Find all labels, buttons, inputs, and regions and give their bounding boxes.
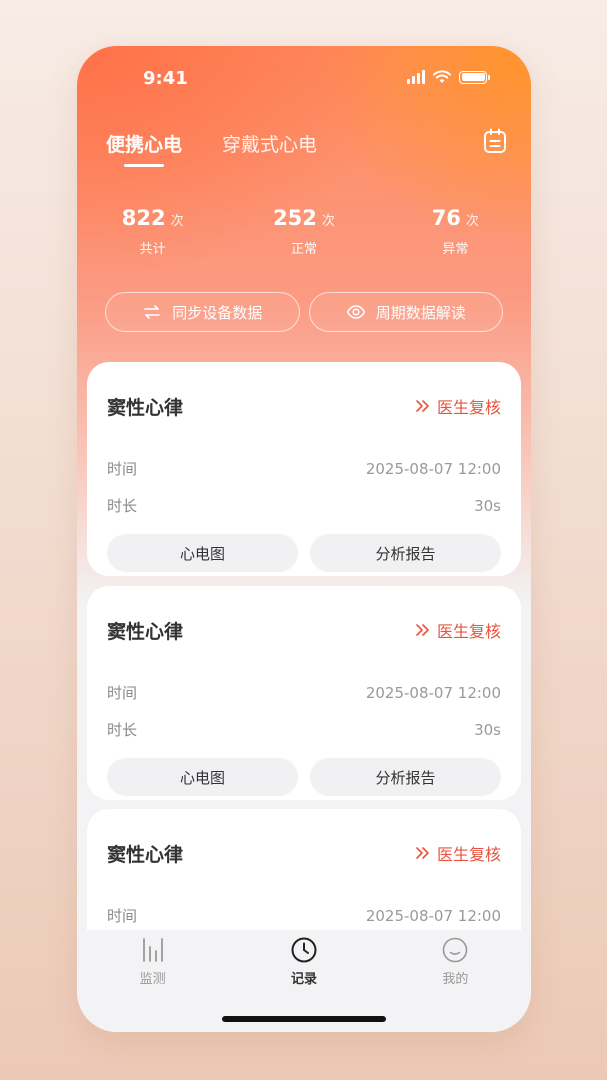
status-bar: 9:41 <box>77 68 531 92</box>
doctor-review-label: 医生复核 <box>436 622 501 641</box>
tabbar-item-profile[interactable]: 我的 <box>380 936 531 998</box>
record-duration-value: 30s <box>474 720 501 739</box>
record-time-value: 2025-08-07 12:00 <box>365 906 501 925</box>
doctor-review-link[interactable]: 医生复核 <box>415 394 501 418</box>
record-duration-label: 时长 <box>107 497 138 515</box>
record-time-label: 时间 <box>107 684 138 702</box>
record-time-value: 2025-08-07 12:00 <box>365 683 501 702</box>
record-duration-value: 30s <box>474 496 501 515</box>
battery-icon <box>459 70 490 84</box>
cellular-signal-icon <box>407 70 425 84</box>
double-chevron-right-icon <box>416 847 429 859</box>
record-time-row: 时间 2025-08-07 12:00 <box>107 450 501 487</box>
record-time-label: 时间 <box>107 460 138 478</box>
period-data-interpretation-button[interactable]: 周期数据解读 <box>308 292 503 332</box>
stat-normal-unit: 次 <box>321 214 335 229</box>
doctor-review-link[interactable]: 医生复核 <box>415 618 501 642</box>
eye-icon <box>346 305 366 319</box>
sync-device-data-button[interactable]: 同步设备数据 <box>105 292 300 332</box>
record-title: 窦性心律 <box>107 396 184 419</box>
analysis-report-button[interactable]: 分析报告 <box>310 534 501 572</box>
record-title: 窦性心律 <box>107 620 184 643</box>
clock-icon <box>291 937 317 963</box>
calendar-icon[interactable] <box>483 128 507 154</box>
sync-icon <box>144 305 161 319</box>
record-duration-label: 时长 <box>107 721 138 739</box>
profile-face-icon <box>443 937 468 963</box>
stat-total: 822 次 共计 <box>77 206 228 257</box>
tabbar-item-monitor[interactable]: 监测 <box>77 936 228 998</box>
tab-portable-ecg[interactable]: 便携心电 <box>106 130 182 167</box>
tabbar-label-monitor: 监测 <box>139 972 166 987</box>
stat-normal-label: 正常 <box>290 242 317 257</box>
record-duration-row: 时长 30s <box>107 487 501 524</box>
ecg-chart-button[interactable]: 心电图 <box>107 534 298 572</box>
period-data-interpretation-label: 周期数据解读 <box>375 303 466 322</box>
record-time-label: 时间 <box>107 907 138 925</box>
home-indicator <box>222 1016 386 1022</box>
stat-abnormal: 76 次 异常 <box>380 206 531 257</box>
double-chevron-right-icon <box>416 400 429 412</box>
sync-device-data-label: 同步设备数据 <box>172 303 263 322</box>
record-time-row: 时间 2025-08-07 12:00 <box>107 674 501 711</box>
stat-normal-value: 252 <box>273 206 317 230</box>
bottom-tab-bar: 监测 记录 我的 <box>77 930 531 1032</box>
tabbar-label-profile: 我的 <box>442 972 469 987</box>
monitor-icon <box>142 938 163 962</box>
record-time-value: 2025-08-07 12:00 <box>365 459 501 478</box>
doctor-review-label: 医生复核 <box>436 398 501 417</box>
record-title: 窦性心律 <box>107 843 184 866</box>
stat-total-unit: 次 <box>170 214 184 229</box>
tabbar-label-records: 记录 <box>290 972 317 987</box>
stat-normal: 252 次 正常 <box>228 206 379 257</box>
stat-abnormal-unit: 次 <box>465 214 479 229</box>
status-icons <box>407 70 490 84</box>
record-time-row: 时间 2025-08-07 12:00 <box>107 897 501 934</box>
phone-frame: 9:41 便携心电 穿戴式心电 822 次 共计 252 次 正常 76 次 异… <box>77 46 531 1032</box>
double-chevron-right-icon <box>416 624 429 636</box>
stat-abnormal-value: 76 <box>431 206 461 230</box>
stats-summary: 822 次 共计 252 次 正常 76 次 异常 <box>77 206 531 257</box>
status-time: 9:41 <box>143 68 188 89</box>
tab-wearable-ecg[interactable]: 穿戴式心电 <box>222 130 317 167</box>
doctor-review-link[interactable]: 医生复核 <box>415 841 501 865</box>
action-buttons: 同步设备数据 周期数据解读 <box>105 292 503 332</box>
doctor-review-label: 医生复核 <box>436 845 501 864</box>
analysis-report-button[interactable]: 分析报告 <box>310 758 501 796</box>
record-card[interactable]: 窦性心律 医生复核 时间 2025-08-07 12:00 时长 30s 心电图… <box>87 362 521 576</box>
record-duration-row: 时长 30s <box>107 711 501 748</box>
stat-abnormal-label: 异常 <box>442 242 469 257</box>
stat-total-label: 共计 <box>139 242 166 257</box>
ecg-chart-button[interactable]: 心电图 <box>107 758 298 796</box>
wifi-icon <box>433 70 451 83</box>
tabbar-item-records[interactable]: 记录 <box>228 936 379 998</box>
stat-total-value: 822 <box>121 206 166 230</box>
record-card[interactable]: 窦性心律 医生复核 时间 2025-08-07 12:00 时长 30s 心电图… <box>87 586 521 800</box>
record-type-tabs: 便携心电 穿戴式心电 <box>106 130 317 167</box>
